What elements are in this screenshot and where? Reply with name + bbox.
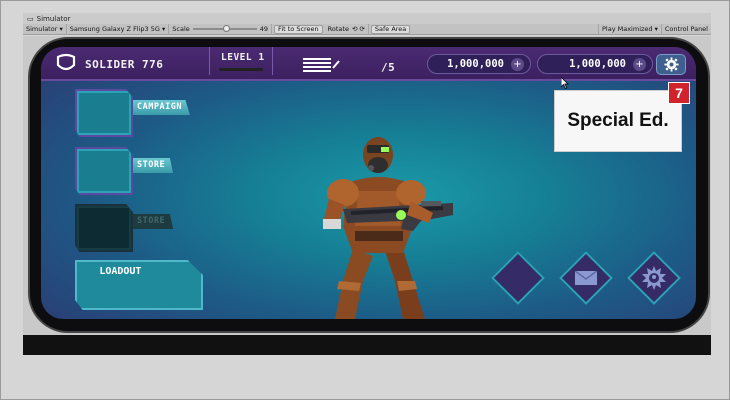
device-dropdown[interactable]: Samsung Galaxy Z Flip3 5G ▾	[67, 23, 170, 35]
campaign-button[interactable]	[75, 89, 133, 137]
badge-icon-wrap	[627, 251, 681, 305]
rotate-label: Rotate	[327, 25, 349, 33]
loadout-label: LOADOUT	[99, 266, 142, 277]
mode-dropdown[interactable]: Simulator ▾	[23, 23, 67, 35]
fit-to-screen-button[interactable]: Fit to Screen	[274, 24, 323, 34]
mouse-cursor-icon	[561, 77, 569, 89]
play-mode-dropdown[interactable]: Play Maximized ▾	[598, 23, 662, 35]
player-name: SOLIDER 776	[85, 58, 164, 71]
game-screen[interactable]: SOLIDER 776 LEVEL 1 /5 1,000,000 + 1,000…	[41, 47, 696, 319]
missions-list-icon[interactable]	[301, 56, 341, 74]
notification-badge: 7	[668, 82, 690, 104]
play-mode-label: Play Maximized	[602, 25, 653, 33]
player-badge-icon	[56, 53, 76, 71]
currency-2-add-button[interactable]: +	[633, 58, 646, 71]
level-progress-bar	[219, 68, 263, 71]
campaign-label[interactable]: CAMPAIGN	[133, 100, 190, 115]
settings-button[interactable]	[656, 54, 686, 75]
store-button[interactable]	[75, 147, 133, 195]
top-hud: SOLIDER 776 LEVEL 1 /5 1,000,000 + 1,000…	[41, 47, 696, 81]
window-title: Simulator	[36, 14, 71, 23]
rotate-right-icon[interactable]: ⟳	[359, 25, 364, 33]
rotate-left-icon[interactable]: ⟲	[352, 25, 357, 33]
simulator-window: ▭ Simulator Simulator ▾ Samsung Galaxy Z…	[0, 0, 730, 400]
diamond-button-empty[interactable]	[491, 251, 545, 305]
mail-icon-wrap	[559, 251, 613, 305]
simulator-toolbar: Simulator ▾ Samsung Galaxy Z Flip3 5G ▾ …	[23, 23, 711, 35]
currency-1-value: 1,000,000	[447, 58, 504, 70]
mode-label: Simulator	[26, 25, 58, 33]
currency-2: 1,000,000 +	[537, 54, 653, 74]
scale-label: Scale	[172, 25, 190, 33]
missions-progress: /5	[381, 61, 396, 74]
soldier-character	[323, 137, 453, 319]
loadout-button[interactable]: LOADOUT	[75, 260, 203, 310]
scale-control: Scale 49	[169, 23, 273, 35]
safe-area-button[interactable]: Safe Area	[370, 24, 411, 34]
currency-1-add-button[interactable]: +	[511, 58, 524, 71]
gear-icon	[663, 57, 679, 72]
scale-slider[interactable]	[192, 25, 257, 32]
rotate-control: Rotate ⟲ ⟳	[325, 23, 369, 35]
window-titlebar: ▭ Simulator	[23, 13, 711, 24]
viewport-bottom-bar	[23, 335, 711, 355]
device-label: Samsung Galaxy Z Flip3 5G	[69, 25, 160, 33]
store-label[interactable]: STORE	[133, 158, 174, 173]
currency-1: 1,000,000 +	[427, 54, 531, 74]
mail-icon	[575, 271, 597, 285]
control-panel-button[interactable]: Control Panel	[662, 24, 711, 35]
store-button-disabled	[75, 204, 133, 252]
scale-slider-knob[interactable]	[222, 25, 230, 32]
simulator-icon: ▭	[27, 14, 34, 23]
special-edition-popup[interactable]: Special Ed.	[554, 90, 682, 152]
scale-value: 49	[259, 25, 269, 33]
level-label: LEVEL 1	[221, 52, 265, 63]
store-disabled-label: STORE	[133, 214, 174, 229]
spiked-eye-icon	[642, 266, 666, 290]
currency-2-value: 1,000,000	[569, 58, 626, 70]
